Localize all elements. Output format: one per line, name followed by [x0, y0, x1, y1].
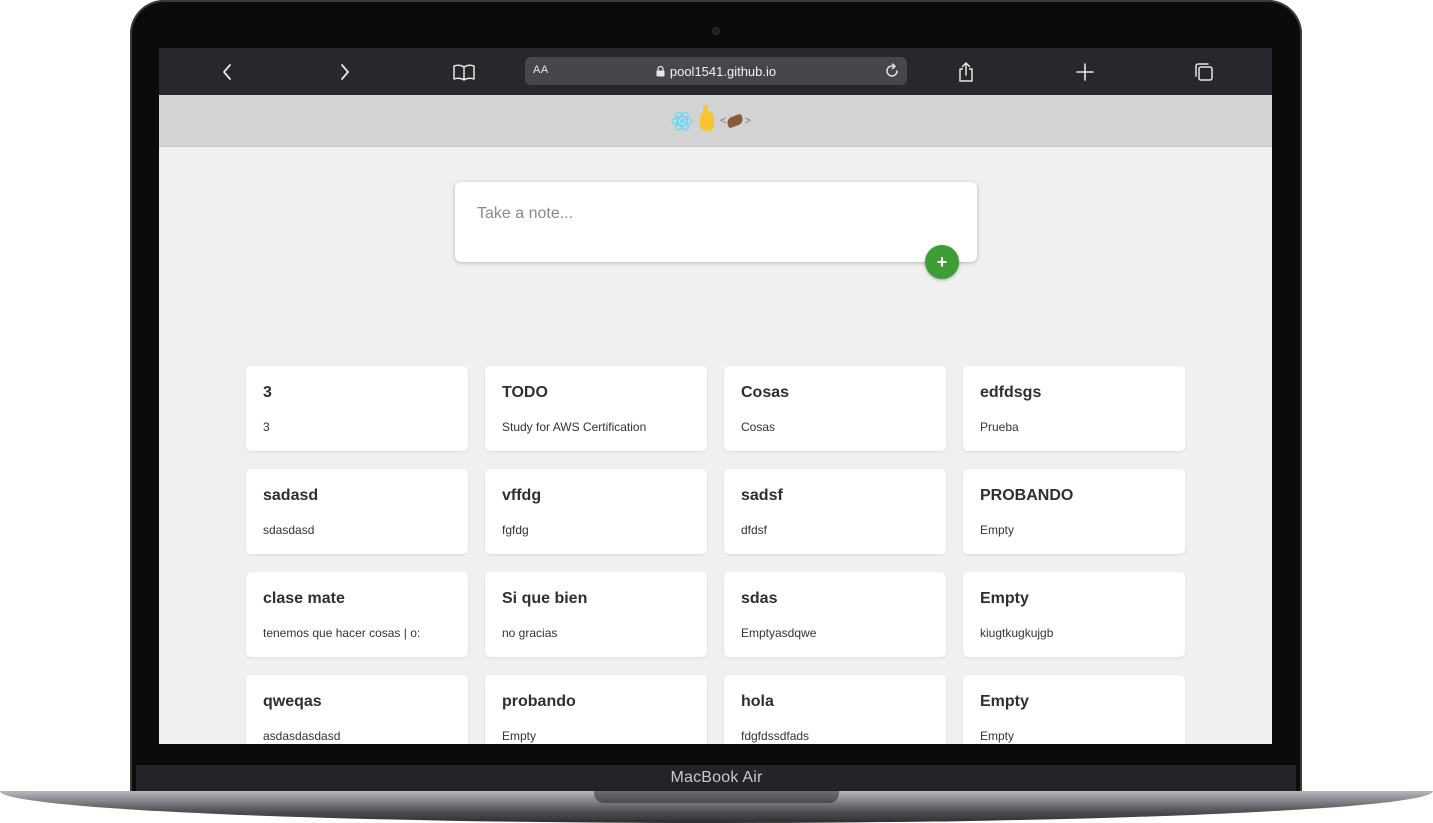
note-content: Empty [502, 729, 537, 743]
note-content: 3 [263, 420, 270, 434]
note-card[interactable]: 33 [246, 366, 468, 451]
note-content: Cosas [741, 420, 776, 434]
note-content: tenemos que hacer cosas | o: [263, 626, 421, 640]
note-card[interactable]: clase mate tenemos que hacer cosas | o: [246, 572, 468, 657]
note-title: edfdsgs [980, 384, 1042, 401]
lock-icon [656, 66, 665, 77]
chevron-left-icon [223, 64, 231, 80]
note-content: fdgfdssdfads [741, 729, 810, 743]
note-content: no gracias [502, 626, 558, 640]
note-content: Study for AWS Certification [502, 420, 647, 434]
tabs-icon [1195, 63, 1213, 81]
note-card[interactable]: qweqas asdasdasdasd [246, 675, 468, 744]
note-title: clase mate [263, 590, 345, 607]
camera-icon [713, 28, 719, 34]
note-card[interactable]: PROBANDO Empty [963, 469, 1185, 554]
reload-button[interactable] [883, 62, 901, 85]
note-content: sdasdasd [263, 523, 315, 537]
share-icon [959, 62, 973, 82]
note-card[interactable]: Empty Empty [963, 675, 1185, 744]
chevron-right-icon [341, 64, 349, 80]
note-content: fgfdg [502, 523, 529, 537]
note-title: PROBANDO [980, 487, 1074, 504]
note-title: Empty [980, 693, 1029, 710]
note-title: qweqas [263, 693, 322, 710]
note-card[interactable]: sadasd sdasdasd [246, 469, 468, 554]
share-button[interactable] [952, 58, 980, 86]
url-text: pool1541.github.io [669, 64, 777, 79]
note-title: hola [741, 693, 774, 710]
react-icon [671, 111, 693, 131]
note-title: TODO [502, 384, 548, 401]
note-title: probando [502, 693, 576, 710]
note-card[interactable]: probando Empty [485, 675, 707, 744]
note-content: dfdsf [741, 523, 768, 537]
note-title: 3 [263, 384, 272, 401]
reload-icon [886, 63, 898, 77]
note-card[interactable]: Empty kiugtkugkujgb [963, 572, 1185, 657]
note-title: sadasd [263, 487, 319, 504]
note-card[interactable]: sdas Emptyasdqwe [724, 572, 946, 657]
note-composer [455, 182, 977, 262]
screen: AA pool1541.github.io < > Take a note...… [159, 48, 1272, 744]
browser-toolbar: AA pool1541.github.io [159, 48, 1272, 95]
forward-button[interactable] [331, 58, 359, 86]
note-content: asdasdasdasd [263, 729, 341, 743]
app-header: < > [159, 95, 1272, 147]
note-content: Empty [980, 729, 1015, 743]
note-card[interactable]: Cosas Cosas [724, 366, 946, 451]
note-content: Prueba [980, 420, 1019, 434]
note-card[interactable]: vffdg fgfdg [485, 469, 707, 554]
note-content: Empty [980, 523, 1015, 537]
note-title: sdas [741, 590, 778, 607]
code-quill-icon: < > [720, 113, 751, 129]
note-title: Cosas [741, 384, 790, 401]
note-title: vffdg [502, 487, 542, 504]
note-input[interactable] [475, 202, 939, 226]
device-label: MacBook Air [670, 769, 763, 786]
app-logo: < > [670, 105, 751, 135]
address-bar[interactable]: AA pool1541.github.io [525, 57, 907, 85]
notes-grid: 3 3 TODO Study for AWS Certification Cosas Co… [246, 366, 1186, 744]
add-note-button[interactable]: + [925, 245, 959, 279]
note-card[interactable]: edfdsgs Prueba [963, 366, 1185, 451]
note-card[interactable]: hola fdgfdssdfads [724, 675, 946, 744]
bookmarks-button[interactable] [450, 58, 478, 86]
plus-icon [1076, 63, 1094, 81]
laptop-hinge-notch [594, 791, 839, 803]
note-card[interactable]: TODO Study for AWS Certification [485, 366, 707, 451]
note-title: Empty [980, 590, 1029, 607]
url-display: pool1541.github.io [525, 64, 907, 79]
note-content: kiugtkugkujgb [980, 626, 1054, 640]
book-icon [453, 64, 475, 81]
new-tab-button[interactable] [1071, 58, 1099, 86]
back-button[interactable] [213, 58, 241, 86]
note-card[interactable]: sadsf dfdsf [724, 469, 946, 554]
note-card[interactable]: Si que bien no gracias [485, 572, 707, 657]
tabs-button[interactable] [1190, 58, 1218, 86]
hand-emoji-icon [700, 105, 714, 131]
note-title: sadsf [741, 487, 783, 504]
note-title: Si que bien [502, 590, 588, 607]
note-content: Emptyasdqwe [741, 626, 817, 640]
